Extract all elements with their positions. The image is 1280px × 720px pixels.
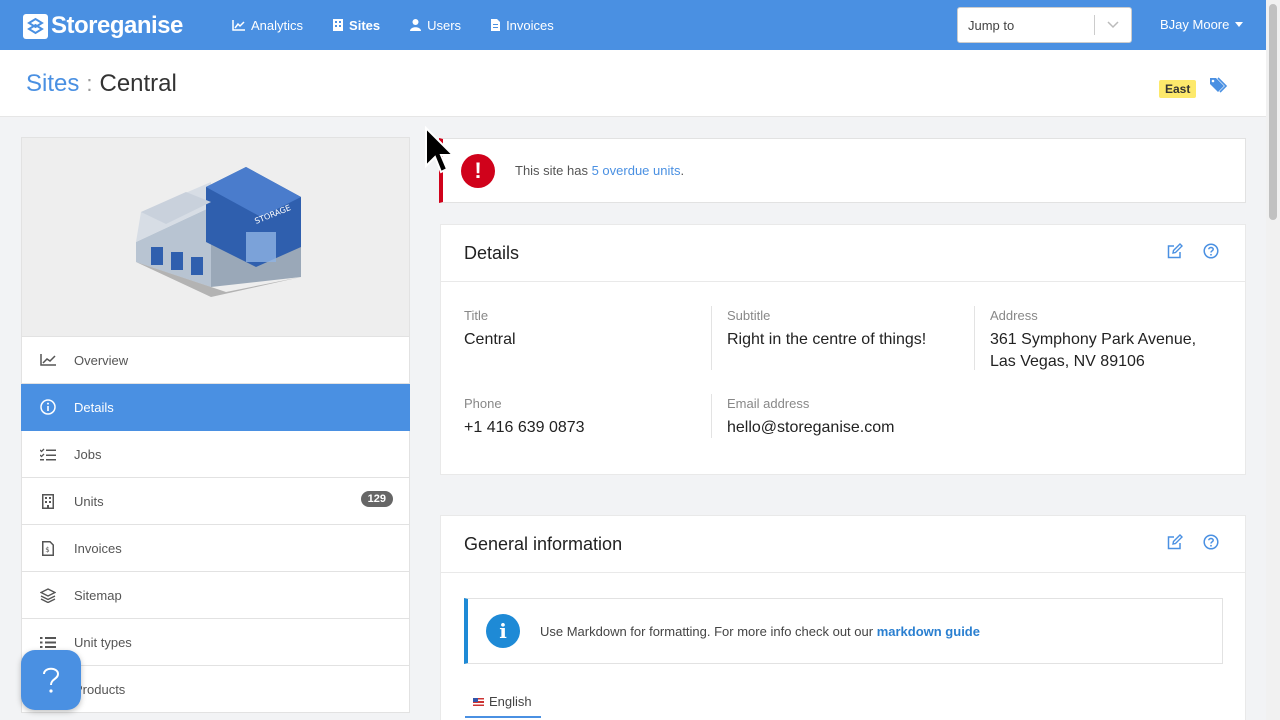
- info-icon: [22, 399, 74, 415]
- general-info-panel: General information i Use Markdown for f…: [440, 515, 1246, 720]
- nav-sites[interactable]: Sites: [333, 18, 380, 33]
- list-icon: [22, 636, 74, 649]
- mouse-cursor-icon: [425, 126, 456, 174]
- address-line-2: Las Vegas, NV 89106: [990, 353, 1145, 370]
- breadcrumb-sites-link[interactable]: Sites: [26, 70, 79, 98]
- sidebar-item-label: Overview: [74, 352, 129, 368]
- exclamation-icon: !: [461, 153, 495, 188]
- caret-down-icon: [1235, 22, 1244, 27]
- nav-invoices[interactable]: Invoices: [491, 18, 554, 33]
- user-icon: [410, 19, 422, 31]
- details-grid: Title Central Subtitle Right in the cent…: [441, 282, 1245, 477]
- trend-icon: [22, 354, 74, 366]
- field-phone: Phone +1 416 639 0873: [464, 396, 585, 439]
- sidebar-item-invoices[interactable]: $ Invoices: [21, 525, 410, 572]
- invoice-icon: [491, 19, 501, 31]
- sidebar-item-label: Products: [74, 681, 126, 697]
- building-icon: [22, 493, 74, 509]
- site-image: STORAGE: [21, 137, 410, 337]
- region-badge[interactable]: East: [1159, 80, 1197, 98]
- page-title: Central: [99, 70, 177, 97]
- details-title: Details: [464, 242, 520, 263]
- main-nav: Analytics Sites Users Invoices: [232, 0, 584, 50]
- storage-building-illustration: STORAGE: [135, 167, 301, 297]
- building-icon: [333, 19, 344, 31]
- info-icon: i: [486, 614, 520, 648]
- markdown-info-text: Use Markdown for formatting. For more in…: [540, 623, 980, 639]
- divider: [974, 306, 975, 370]
- breadcrumb-separator: :: [86, 71, 93, 96]
- divider: [711, 394, 712, 438]
- sidebar-item-label: Units: [74, 493, 104, 509]
- sidebar-item-label: Invoices: [74, 540, 122, 556]
- field-email: Email address hello@storeganise.com: [727, 396, 894, 439]
- phone-value: +1 416 639 0873: [464, 419, 585, 436]
- field-subtitle: Subtitle Right in the centre of things!: [727, 308, 926, 351]
- overdue-units-link[interactable]: 5 overdue units: [592, 163, 681, 178]
- edit-icon[interactable]: [1167, 534, 1183, 550]
- brand-name: Storeganise: [51, 12, 183, 39]
- sidebar-item-sitemap[interactable]: Sitemap: [21, 572, 410, 619]
- divider: [711, 306, 712, 370]
- help-button[interactable]: [21, 650, 81, 710]
- tags-icon[interactable]: [1210, 77, 1228, 98]
- help-circle-icon[interactable]: [1203, 534, 1219, 550]
- help-circle-icon[interactable]: [1203, 243, 1219, 259]
- site-subtitle-value: Right in the centre of things!: [727, 331, 927, 348]
- scrollbar-thumb[interactable]: [1269, 4, 1277, 220]
- sidebar-item-label: Sitemap: [74, 587, 122, 603]
- general-info-actions: [1167, 534, 1219, 550]
- jump-to-placeholder: Jump to: [968, 17, 1015, 33]
- question-icon: [43, 667, 60, 693]
- chevron-down-icon[interactable]: [1095, 21, 1131, 29]
- sidebar-item-label: Jobs: [74, 446, 102, 462]
- us-flag-icon: [473, 697, 484, 706]
- site-title-value: Central: [464, 331, 516, 348]
- markdown-info-box: i Use Markdown for formatting. For more …: [464, 598, 1223, 664]
- nav-analytics[interactable]: Analytics: [232, 18, 303, 33]
- alert-message: This site has 5 overdue units.: [515, 163, 685, 178]
- page-header: Sites : Central East: [0, 50, 1266, 117]
- jump-to-select[interactable]: Jump to: [957, 7, 1132, 43]
- email-value: hello@storeganise.com: [727, 419, 895, 436]
- chart-icon: [232, 19, 245, 31]
- units-count-badge: 129: [360, 491, 393, 507]
- details-panel: Details Title Central Subtitle Right in …: [440, 224, 1246, 475]
- top-navbar: Storeganise Analytics Sites Users Invoic…: [0, 0, 1266, 50]
- overdue-alert: ! This site has 5 overdue units.: [439, 138, 1246, 203]
- sidebar-item-overview[interactable]: Overview: [21, 337, 410, 384]
- invoice-icon: $: [22, 540, 74, 556]
- user-name: BJay Moore: [1160, 17, 1230, 32]
- address-line-1: 361 Symphony Park Avenue,: [990, 331, 1197, 348]
- general-info-title: General information: [464, 533, 623, 554]
- layers-icon: [22, 587, 74, 603]
- sidebar-item-units[interactable]: Units 129: [21, 478, 410, 525]
- field-address: Address 361 Symphony Park Avenue, Las Ve…: [990, 308, 1196, 373]
- sidebar-item-label: Details: [74, 399, 114, 415]
- breadcrumb: Sites : Central: [26, 70, 177, 98]
- edit-icon[interactable]: [1167, 243, 1183, 259]
- nav-users[interactable]: Users: [410, 18, 461, 33]
- general-info-header: General information: [441, 516, 1245, 573]
- active-tab-indicator: [465, 716, 541, 718]
- details-panel-header: Details: [441, 225, 1245, 282]
- sidebar-item-jobs[interactable]: Jobs: [21, 431, 410, 478]
- brand-logo[interactable]: Storeganise: [23, 12, 183, 40]
- checklist-icon: [22, 448, 74, 461]
- markdown-guide-link[interactable]: markdown guide: [877, 624, 980, 639]
- sidebar-item-details[interactable]: Details: [21, 384, 410, 431]
- logo-icon: [23, 13, 48, 39]
- details-actions: [1167, 243, 1219, 259]
- site-sidebar: STORAGE Overview Details Jobs Units 129 …: [21, 137, 410, 713]
- sidebar-item-label: Unit types: [74, 634, 132, 650]
- user-menu[interactable]: BJay Moore: [1160, 17, 1244, 32]
- scrollbar[interactable]: [1266, 0, 1280, 720]
- field-title: Title Central: [464, 308, 516, 351]
- svg-text:$: $: [45, 546, 49, 554]
- language-tab-english[interactable]: English: [473, 694, 532, 709]
